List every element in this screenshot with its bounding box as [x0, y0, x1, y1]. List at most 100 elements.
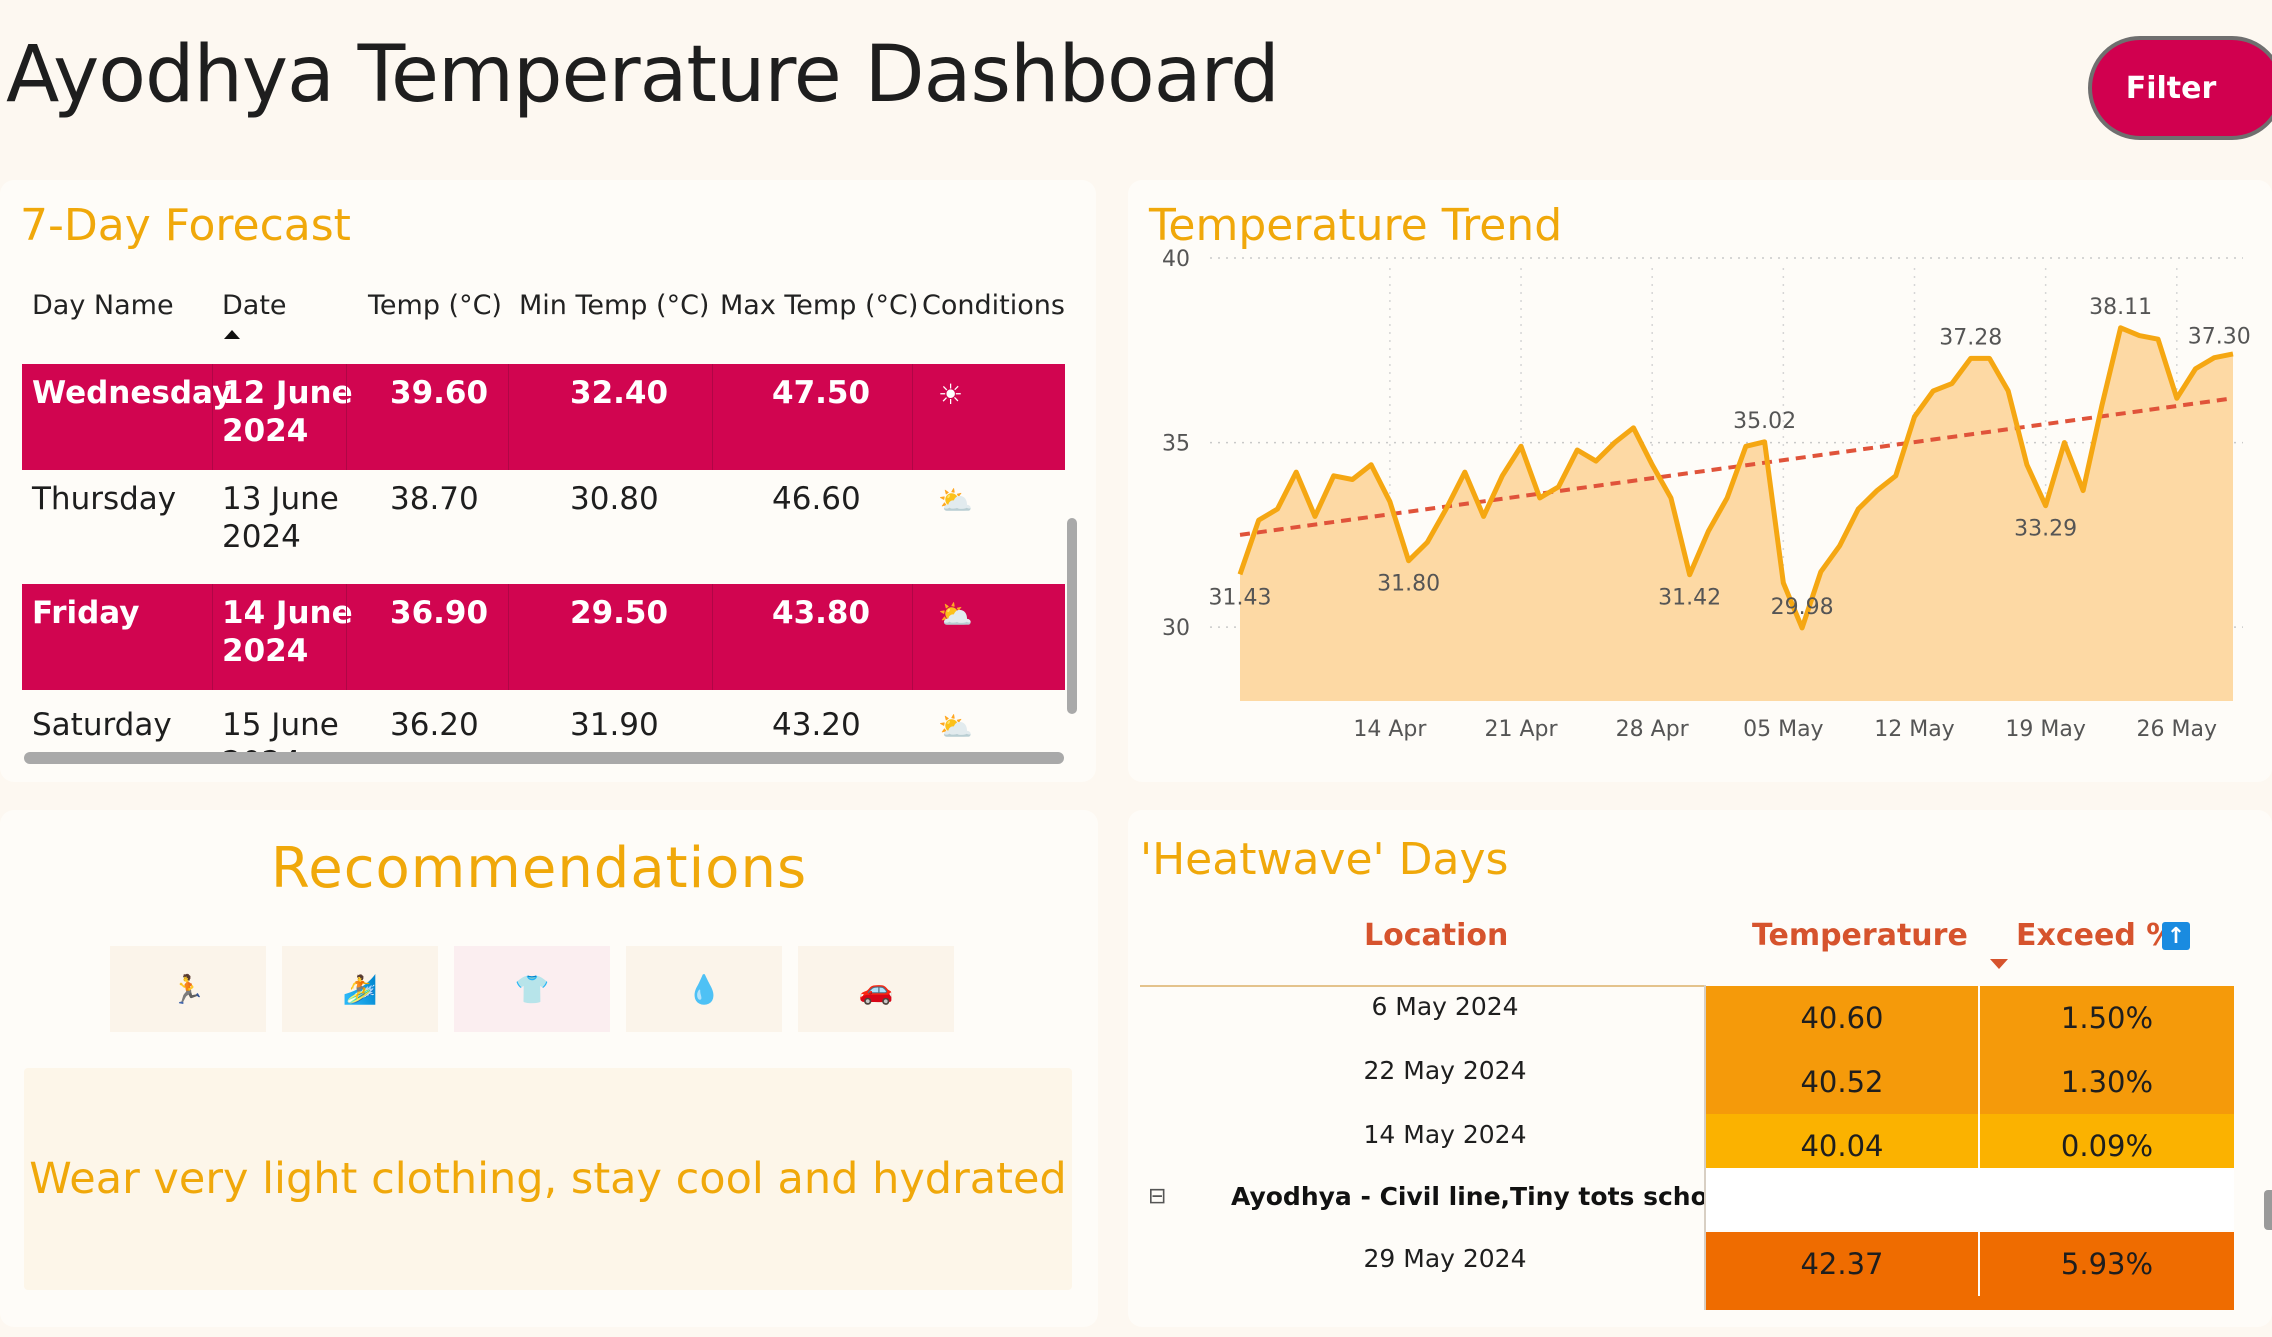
trend-title: Temperature Trend — [1149, 200, 1563, 251]
heatwave-title: 'Heatwave' Days — [1140, 834, 1509, 885]
x-tick-label: 19 May — [2005, 717, 2085, 742]
day-name-cell-text: Wednesday — [32, 375, 233, 411]
heatwave-temp-cell: 40.60 — [1706, 986, 1978, 1050]
cell-divider — [346, 364, 347, 470]
min-temp-cell-text: 32.40 — [570, 375, 669, 411]
heatwave-temp-cell: 42.37 — [1706, 1232, 1978, 1296]
heatwave-exceed-cell: 1.50% — [1980, 986, 2234, 1050]
day-name-cell: Friday — [32, 594, 139, 632]
column-header-conditions[interactable]: Conditions — [922, 290, 1065, 321]
water-drop-tile[interactable]: 💧 — [626, 946, 782, 1032]
min-temp-cell: 29.50 — [570, 594, 668, 632]
data-label: 37.28 — [1939, 325, 2002, 350]
date-year-text: 2024 — [222, 633, 309, 669]
data-label: 29.98 — [1771, 595, 1834, 620]
temp-cell-text: 36.20 — [390, 707, 479, 743]
temperature-trend-chart[interactable]: 30354014 Apr 21 Apr 28 Apr 05 May 12 May 19 M… — [1128, 180, 2272, 782]
day-name-cell-text: Saturday — [32, 707, 172, 743]
forecast-horizontal-scrollbar[interactable] — [24, 752, 1064, 764]
forecast-row[interactable]: Wednesday 12 June 2024 39.60 32.40 47.50 ☀ — [22, 364, 1065, 470]
cell-divider — [912, 584, 913, 690]
temp-cell-text: 39.60 — [390, 375, 489, 411]
date-cell: 13 June 2024 — [222, 480, 339, 556]
running-tile[interactable]: 🏃 — [110, 946, 266, 1032]
location-group-label[interactable]: Ayodhya - Civil line,Tiny tots school — [1231, 1182, 1734, 1211]
heatwave-date-cell: 29 May 2024 — [1363, 1244, 1527, 1273]
min-temp-cell-text: 31.90 — [570, 707, 659, 743]
max-temp-cell-text: 43.20 — [772, 707, 861, 743]
column-header-date[interactable]: Date — [222, 290, 287, 321]
water-drop-icon: 💧 — [686, 972, 722, 1006]
column-header-exceed[interactable]: Exceed % — [2016, 918, 2176, 953]
next-row-edge — [1706, 1296, 2234, 1310]
date-cell-text: 12 June — [222, 375, 353, 411]
column-header-temp[interactable]: Temp (°C) — [368, 290, 502, 321]
recommendations-title: Recommendations — [270, 836, 808, 901]
forecast-vertical-scrollbar[interactable] — [1067, 518, 1077, 714]
heatwave-date-cell: 6 May 2024 — [1371, 992, 1519, 1021]
max-temp-cell: 47.50 — [772, 374, 870, 412]
date-cell: 12 June 2024 — [222, 374, 353, 450]
date-year-text: 2024 — [222, 519, 301, 555]
max-temp-cell-text: 47.50 — [772, 375, 871, 411]
surfing-tile[interactable]: 🏄 — [282, 946, 438, 1032]
data-label: 33.29 — [2014, 517, 2077, 542]
header-divider — [1140, 985, 1705, 987]
temp-cell-text: 38.70 — [390, 481, 479, 517]
forecast-row[interactable]: Friday 14 June 2024 36.90 29.50 43.80 ⛅ — [22, 584, 1065, 690]
tshirt-tile[interactable]: 👕 — [454, 946, 610, 1032]
recommendation-message: Wear very light clothing, stay cool and … — [29, 1154, 1067, 1204]
temp-cell: 39.60 — [390, 374, 488, 412]
max-temp-cell: 43.20 — [772, 706, 861, 744]
min-temp-cell: 32.40 — [570, 374, 668, 412]
heatwave-temp-cell: 40.52 — [1706, 1050, 1978, 1114]
temp-cell: 36.90 — [390, 594, 488, 632]
date-cell-text: 14 June — [222, 595, 353, 631]
partly-cloudy-icon: ⛅ — [938, 484, 973, 517]
x-tick-label: 26 May — [2137, 717, 2217, 742]
x-tick-label: 12 May — [1874, 717, 1954, 742]
car-tile[interactable]: 🚗 — [798, 946, 954, 1032]
min-temp-cell-text: 30.80 — [570, 481, 659, 517]
day-name-cell-text: Thursday — [32, 481, 177, 517]
surfing-icon: 🏄 — [342, 972, 378, 1006]
max-temp-cell-text: 43.80 — [772, 595, 871, 631]
x-tick-label: 28 Apr — [1616, 717, 1690, 742]
date-year-text: 2024 — [222, 744, 339, 752]
data-label: 31.42 — [1658, 586, 1721, 611]
sun-icon: ☀ — [938, 378, 964, 411]
column-header-max-temp[interactable]: Max Temp (°C) — [720, 290, 918, 321]
min-temp-cell: 31.90 — [570, 706, 659, 744]
tshirt-icon: 👕 — [514, 972, 550, 1006]
data-label: 37.30 — [2188, 325, 2251, 350]
car-icon: 🚗 — [858, 972, 894, 1006]
sort-toggle-icon[interactable]: ↑ — [2162, 922, 2190, 950]
recommendation-message-box: Wear very light clothing, stay cool and … — [24, 1068, 1072, 1290]
page-title: Ayodhya Temperature Dashboard — [6, 30, 1280, 120]
partly-cloudy-icon: ⛅ — [938, 710, 973, 743]
column-header-temperature[interactable]: Temperature — [1752, 918, 1968, 953]
collapse-icon[interactable]: ⊟ — [1148, 1184, 1166, 1209]
cell-divider — [508, 584, 509, 690]
data-label: 31.80 — [1377, 572, 1440, 597]
heatwave-scrollbar[interactable] — [2264, 1190, 2272, 1230]
data-label: 35.02 — [1733, 409, 1796, 434]
column-header-min-temp[interactable]: Min Temp (°C) — [519, 290, 709, 321]
column-header-day-name[interactable]: Day Name — [32, 290, 174, 321]
heatwave-date-cell: 14 May 2024 — [1363, 1120, 1527, 1149]
temp-cell: 38.70 — [390, 480, 479, 518]
day-name-cell-text: Friday — [32, 595, 140, 631]
sort-ascending-icon[interactable] — [224, 330, 240, 339]
forecast-row[interactable]: Saturday 15 June2024 36.20 31.90 43.20 ⛅ — [22, 696, 1065, 752]
cell-divider — [212, 364, 213, 470]
data-label: 31.43 — [1209, 585, 1272, 610]
column-header-location[interactable]: Location — [1364, 918, 1508, 953]
y-tick-label: 30 — [1162, 616, 1190, 641]
forecast-title: 7-Day Forecast — [20, 200, 351, 251]
forecast-row[interactable]: Thursday 13 June 2024 38.70 30.80 46.60 ⛅ — [22, 470, 1065, 576]
filter-button[interactable]: Filter — [2088, 36, 2272, 140]
group-blank-cell — [1706, 1168, 2234, 1230]
day-name-cell: Thursday — [32, 480, 176, 518]
max-temp-cell: 46.60 — [772, 480, 861, 518]
sort-descending-icon[interactable] — [1990, 959, 2008, 969]
